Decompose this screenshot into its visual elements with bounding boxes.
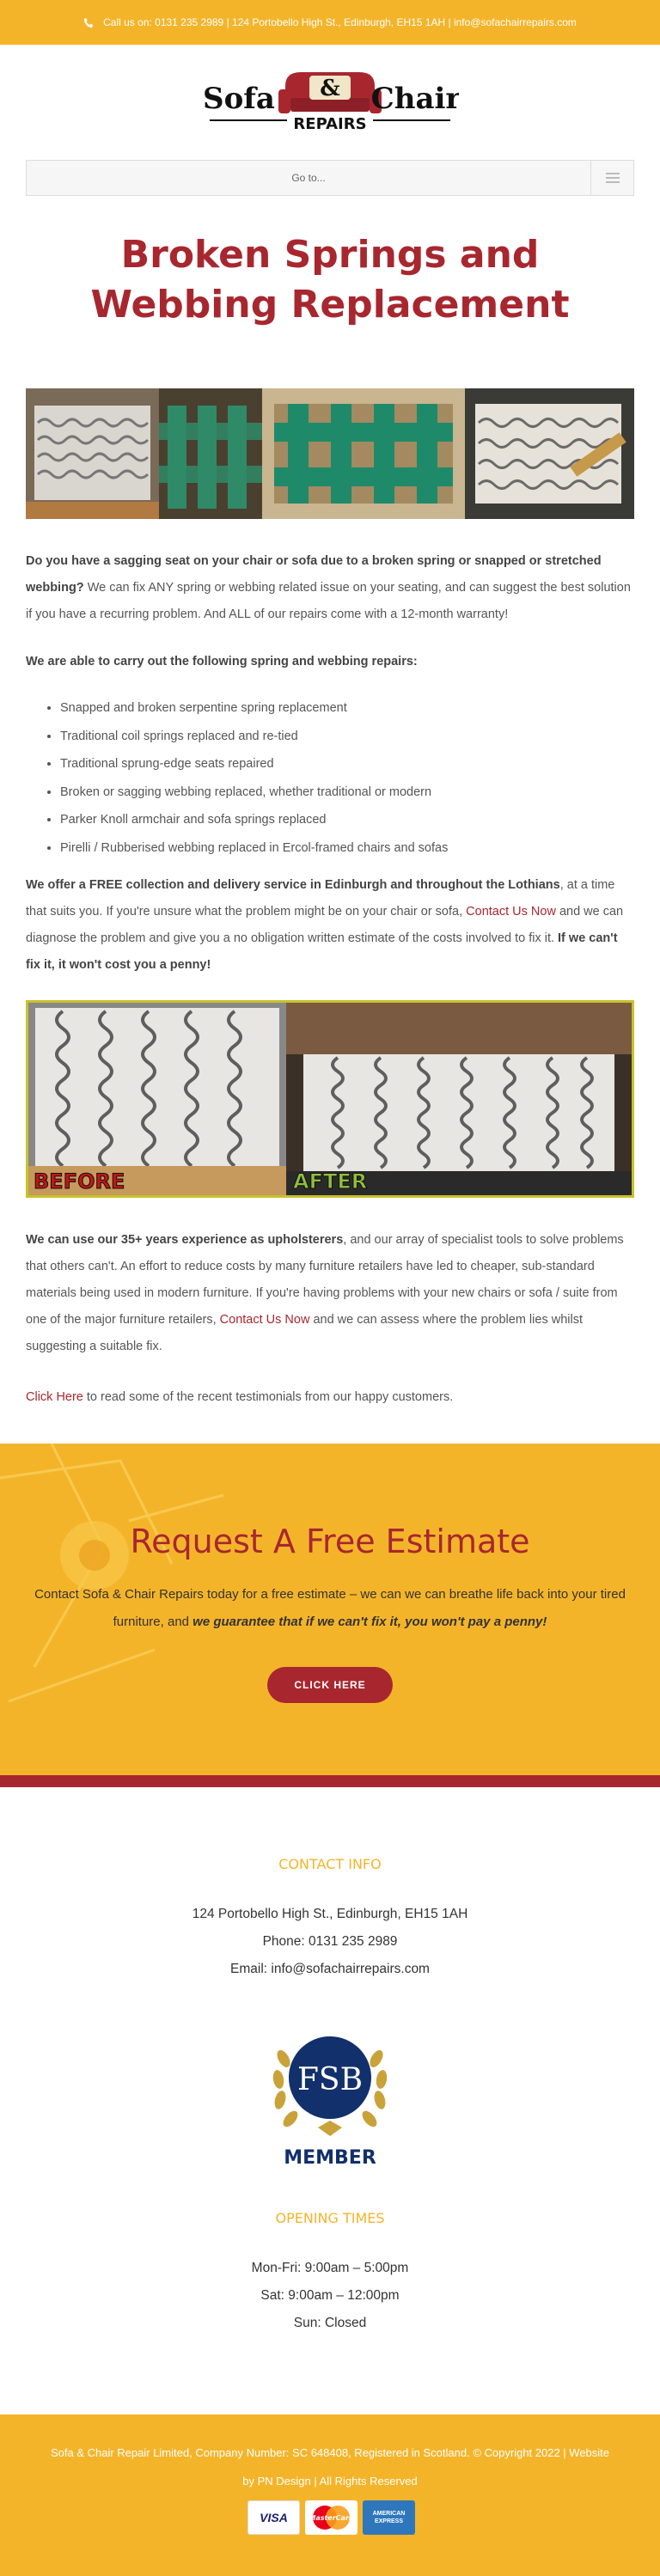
svg-text:MasterCard: MasterCard [309, 2514, 354, 2522]
photo-strip [26, 388, 634, 519]
contact-email[interactable]: Email: info@sofachairrepairs.com [0, 1956, 660, 1983]
after-label: AFTER [293, 1169, 367, 1193]
intro-text: We can fix ANY spring or webbing related… [26, 581, 631, 621]
footer-line-1: Sofa & Chair Repair Limited, Company Num… [50, 2446, 610, 2459]
before-after-image: BEFORE AFTER [26, 1000, 634, 1198]
opening-line: Mon-Fri: 9:00am – 5:00pm [251, 2261, 409, 2275]
list-item: Snapped and broken serpentine spring rep… [60, 694, 627, 723]
opening-times-heading: OPENING TIMES [275, 2210, 385, 2226]
experience-bold: We can use our 35+ years experience as u… [26, 1233, 344, 1247]
site-logo[interactable]: & Sofa Chair REPAIRS [201, 64, 459, 137]
before-photo: BEFORE [28, 1003, 286, 1195]
contact-us-link-2[interactable]: Contact Us Now [220, 1313, 310, 1327]
contact-us-link[interactable]: Contact Us Now [466, 905, 556, 919]
top-contact-text[interactable]: Call us on: 0131 235 2989 | 124 Portobel… [103, 16, 577, 28]
springs-photo-4 [465, 388, 634, 519]
estimate-text: Contact Sofa & Chair Repairs today for a… [34, 1587, 626, 1629]
footer-text: Sofa & Chair Repair Limited, Company Num… [17, 2439, 643, 2495]
fsb-member-badge: FSB MEMBER [272, 2036, 388, 2169]
collection-bold: We offer a FREE collection and delivery … [26, 878, 560, 892]
contact-address: 124 Portobello High St., Edinburgh, EH15… [192, 1907, 468, 1921]
mastercard-card-icon: MasterCard [305, 2500, 358, 2535]
logo-sub: REPAIRS [293, 115, 366, 133]
after-photo: AFTER [286, 1003, 632, 1195]
logo-ampersand: & [320, 76, 339, 101]
footer: Sofa & Chair Repair Limited, Company Num… [0, 2414, 660, 2576]
collection-paragraph: We offer a FREE collection and delivery … [26, 878, 624, 972]
mobile-nav[interactable]: Go to... [26, 160, 634, 196]
fsb-member: MEMBER [284, 2147, 376, 2169]
estimate-guarantee: we guarantee that if we can't fix it, yo… [192, 1615, 547, 1629]
fsb-letters: FSB [297, 2062, 363, 2097]
testimonials-link[interactable]: Click Here [26, 1390, 83, 1404]
menu-icon[interactable] [590, 161, 633, 195]
top-contact-bar: Call us on: 0131 235 2989 | 124 Portobel… [0, 0, 660, 45]
list-item: Parker Knoll armchair and sofa springs r… [60, 806, 627, 834]
red-divider [0, 1775, 660, 1787]
amex-card-icon: AMERICAN EXPRESS [363, 2500, 415, 2535]
logo-word-sofa: Sofa [203, 82, 275, 116]
free-estimate-section: Request A Free Estimate Contact Sofa & C… [0, 1444, 660, 1787]
testimonials-paragraph: Click Here to read some of the recent te… [26, 1390, 454, 1404]
intro-paragraph: Do you have a sagging seat on your chair… [26, 548, 634, 628]
opening-times: Mon-Fri: 9:00am – 5:00pm Sat: 9:00am – 1… [0, 2255, 660, 2337]
opening-line: Sun: Closed [293, 2316, 367, 2330]
estimate-title: Request A Free Estimate [130, 1523, 530, 1560]
webbing-photo-2 [159, 388, 262, 519]
list-item: Traditional sprung-edge seats repaired [60, 750, 627, 778]
contact-info-heading: CONTACT INFO [278, 1856, 382, 1872]
page-title: Broken Springs and Webbing Replacement [90, 233, 570, 327]
list-item: Traditional coil springs replaced and re… [60, 723, 627, 751]
before-label: BEFORE [34, 1169, 125, 1193]
contact-phone[interactable]: Phone: 0131 235 2989 [0, 1928, 660, 1956]
springs-photo-1 [26, 388, 159, 519]
webbing-photo-3 [262, 388, 465, 519]
phone-icon [83, 17, 94, 27]
click-here-button[interactable]: CLICK HERE [267, 1667, 393, 1703]
logo-word-chair: Chair [371, 82, 459, 116]
nav-select[interactable]: Go to... [27, 161, 590, 195]
repairs-list: Snapped and broken serpentine spring rep… [60, 694, 627, 862]
repairs-heading: We are able to carry out the following s… [26, 655, 418, 668]
contact-details: 124 Portobello High St., Edinburgh, EH15… [0, 1901, 660, 1983]
list-item: Pirelli / Rubberised webbing replaced in… [60, 834, 627, 863]
payment-cards: VISA MasterCard AMERICAN EXPRESS [248, 2500, 415, 2535]
footer-line-2: by PN Design | All Rights Reserved [242, 2475, 418, 2487]
list-item: Broken or sagging webbing replaced, whet… [60, 778, 627, 807]
visa-card-icon: VISA [248, 2500, 300, 2535]
experience-paragraph: We can use our 35+ years experience as u… [26, 1233, 624, 1353]
opening-line: Sat: 9:00am – 12:00pm [260, 2288, 400, 2303]
